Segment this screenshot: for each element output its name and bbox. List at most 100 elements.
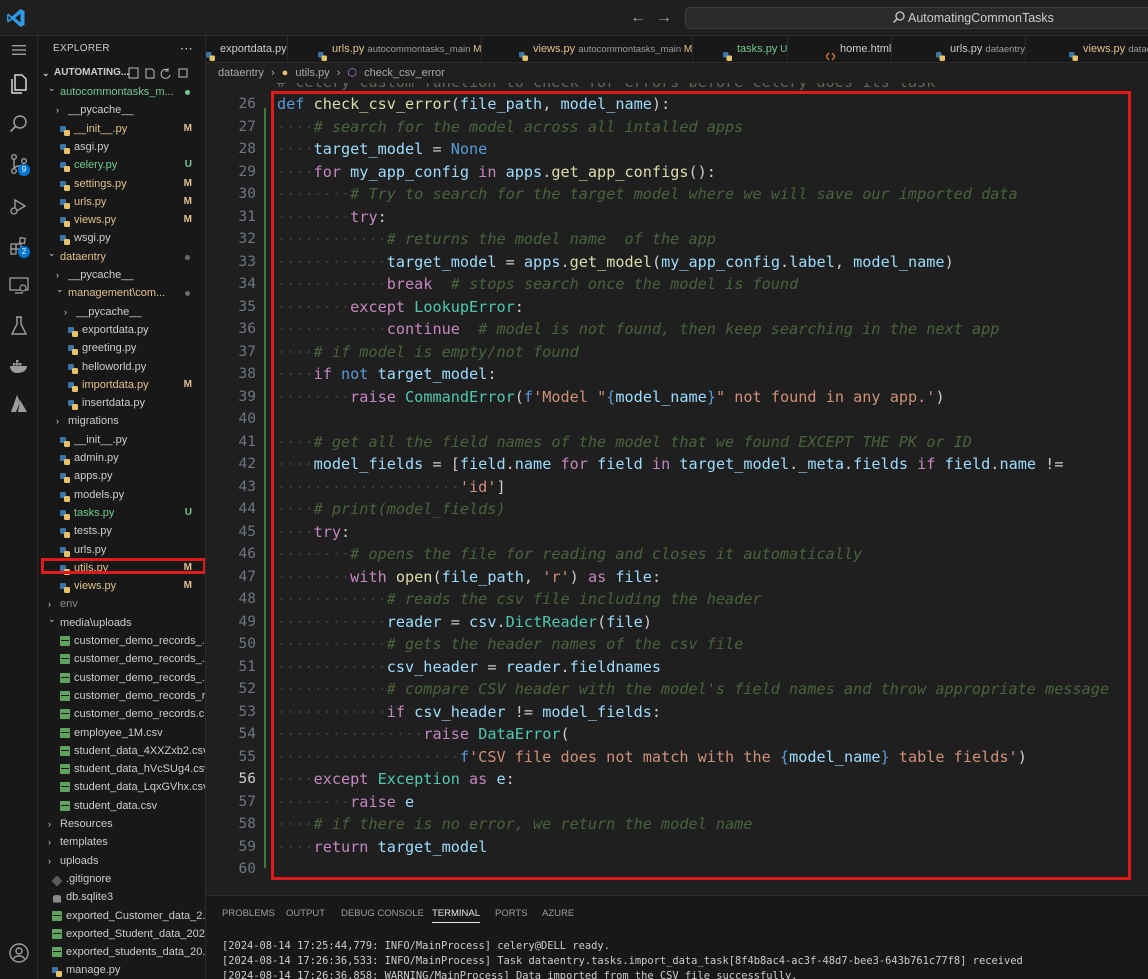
- tree-item[interactable]: ⌄ management\com...: [38, 284, 205, 302]
- tree-item[interactable]: tests.py: [38, 522, 205, 540]
- tree-item[interactable]: tasks.py U: [38, 504, 205, 522]
- project-root[interactable]: ⌄ AUTOMATING...: [38, 62, 205, 84]
- code-token: =: [423, 140, 451, 158]
- code-token: LookupError: [414, 297, 515, 316]
- search-icon[interactable]: [7, 112, 31, 136]
- tree-item[interactable]: wsgi.py: [38, 229, 205, 247]
- code-token: ····: [277, 140, 314, 158]
- explorer-icon[interactable]: [7, 72, 31, 96]
- editor-tab[interactable]: urls.py autocommontasks_main M: [318, 36, 483, 63]
- back-arrow-icon[interactable]: ←: [630, 9, 646, 27]
- chevron-down-icon: ⌄: [48, 247, 56, 258]
- tree-item[interactable]: › __pycache__: [38, 101, 205, 119]
- tree-item[interactable]: .gitignore: [38, 870, 205, 888]
- tree-item[interactable]: › env: [38, 595, 205, 613]
- collapse-all-icon[interactable]: [178, 68, 188, 78]
- tree-item[interactable]: customer_demo_records.c...: [38, 705, 205, 723]
- tree-item[interactable]: manage.py: [38, 961, 205, 979]
- tree-item[interactable]: apps.py: [38, 467, 205, 485]
- tree-item[interactable]: ⌄ media\uploads: [38, 614, 205, 632]
- code-line: ············break # stops search once th…: [277, 275, 798, 293]
- tree-item[interactable]: db.sqlite3: [38, 888, 205, 906]
- tree-item[interactable]: views.py M: [38, 577, 205, 595]
- tree-item[interactable]: __init__.py: [38, 431, 205, 449]
- testing-icon[interactable]: [7, 314, 31, 338]
- breadcrumb-file[interactable]: utils.py: [295, 67, 329, 79]
- code-line: ····················'id']: [277, 478, 506, 496]
- code-token: # if model is empty/not found: [313, 342, 579, 361]
- tree-item[interactable]: exportdata.py: [38, 321, 205, 339]
- editor-tab[interactable]: views.py autocommontasks_main M: [519, 36, 694, 63]
- tree-item[interactable]: › uploads: [38, 852, 205, 870]
- tree-item[interactable]: urls.py: [38, 541, 205, 559]
- tree-item[interactable]: › templates: [38, 833, 205, 851]
- breadcrumb-folder[interactable]: dataentry: [218, 67, 264, 79]
- tree-item[interactable]: ⌄ dataentry: [38, 247, 205, 266]
- tree-item[interactable]: models.py: [38, 486, 205, 504]
- tree-item[interactable]: employee_1M.csv: [38, 724, 205, 742]
- tree-item-label: management\com...: [68, 287, 166, 300]
- panel-tab[interactable]: PORTS: [495, 908, 528, 919]
- panel-tab[interactable]: OUTPUT: [286, 908, 325, 919]
- tab-description: dataentry: [1128, 44, 1148, 55]
- tree-item[interactable]: customer_demo_records_...: [38, 669, 205, 687]
- tree-item[interactable]: exported_Student_data_202...: [38, 925, 205, 943]
- code-token: .: [542, 162, 552, 181]
- tree-item[interactable]: __init__.py M: [38, 120, 205, 138]
- csv-file-icon: [60, 745, 70, 756]
- tree-item[interactable]: admin.py: [38, 449, 205, 467]
- editor-tab[interactable]: exportdata.py: [206, 36, 288, 63]
- new-file-icon[interactable]: [128, 67, 139, 79]
- tree-item[interactable]: › __pycache__: [38, 303, 205, 321]
- tree-item[interactable]: student_data_hVcSUg4.csv: [38, 760, 205, 778]
- tree-item[interactable]: student_data_4XXZxb2.csv: [38, 742, 205, 760]
- tree-item[interactable]: settings.py M: [38, 175, 205, 193]
- run-debug-icon[interactable]: [7, 194, 31, 218]
- tree-item[interactable]: asgi.py: [38, 138, 205, 156]
- tree-item[interactable]: customer_demo_records_...: [38, 650, 205, 668]
- code-editor[interactable]: # celery custom function to check for er…: [206, 83, 1148, 895]
- tree-item[interactable]: › migrations: [38, 412, 205, 430]
- tree-item[interactable]: insertdata.py: [38, 394, 205, 412]
- tree-item[interactable]: views.py M: [38, 211, 205, 229]
- editor-tab[interactable]: home.html: [825, 36, 893, 63]
- remote-explorer-icon[interactable]: [7, 274, 31, 298]
- breadcrumb-symbol[interactable]: check_csv_error: [364, 67, 445, 79]
- tree-item[interactable]: customer_demo_records_...: [38, 632, 205, 650]
- chevron-right-icon: ›: [56, 416, 59, 427]
- tree-item[interactable]: helloworld.py: [38, 358, 205, 376]
- azure-icon[interactable]: [7, 392, 31, 416]
- tree-item[interactable]: exported_Customer_data_2...: [38, 907, 205, 925]
- explorer-toolbar: [128, 67, 188, 79]
- tree-item[interactable]: › Resources: [38, 815, 205, 833]
- editor-tab[interactable]: tasks.py U: [723, 36, 789, 63]
- editor-tab[interactable]: urls.py dataentry: [936, 36, 1027, 63]
- tree-item[interactable]: urls.py M: [38, 193, 205, 211]
- line-number: 40: [238, 411, 256, 427]
- tree-item[interactable]: student_data_LqxGVhx.csv: [38, 778, 205, 796]
- tree-item[interactable]: ⌄ autocommontasks_m...: [38, 83, 205, 101]
- accounts-icon[interactable]: [7, 941, 31, 965]
- new-folder-icon[interactable]: [145, 68, 155, 79]
- tree-item[interactable]: › __pycache__: [38, 266, 205, 284]
- tree-item[interactable]: importdata.py M: [38, 376, 205, 394]
- tree-item[interactable]: customer_demo_records_r...: [38, 687, 205, 705]
- tree-item[interactable]: celery.py U: [38, 156, 205, 174]
- panel-tab[interactable]: TERMINAL: [432, 908, 481, 923]
- git-status-badge: U: [184, 506, 192, 518]
- docker-icon[interactable]: [7, 354, 31, 378]
- forward-arrow-icon[interactable]: →: [656, 9, 672, 27]
- tree-item[interactable]: greeting.py: [38, 339, 205, 357]
- panel-tab[interactable]: DEBUG CONSOLE: [341, 908, 424, 919]
- tree-item[interactable]: student_data.csv: [38, 797, 205, 815]
- code-line: def check_csv_error(file_path, model_nam…: [277, 95, 670, 113]
- editor-tab[interactable]: views.pydataentry: [1069, 36, 1148, 63]
- tree-item[interactable]: exported_students_data_20...: [38, 943, 205, 961]
- python-file-icon: [60, 142, 70, 154]
- panel-tab[interactable]: PROBLEMS: [222, 908, 275, 919]
- panel-tab[interactable]: AZURE: [542, 908, 574, 919]
- more-actions-icon[interactable]: ⋯: [180, 36, 193, 62]
- command-center-search[interactable]: AutomatingCommonTasks: [685, 7, 1148, 29]
- menu-icon[interactable]: [7, 38, 31, 62]
- refresh-icon[interactable]: [160, 68, 171, 79]
